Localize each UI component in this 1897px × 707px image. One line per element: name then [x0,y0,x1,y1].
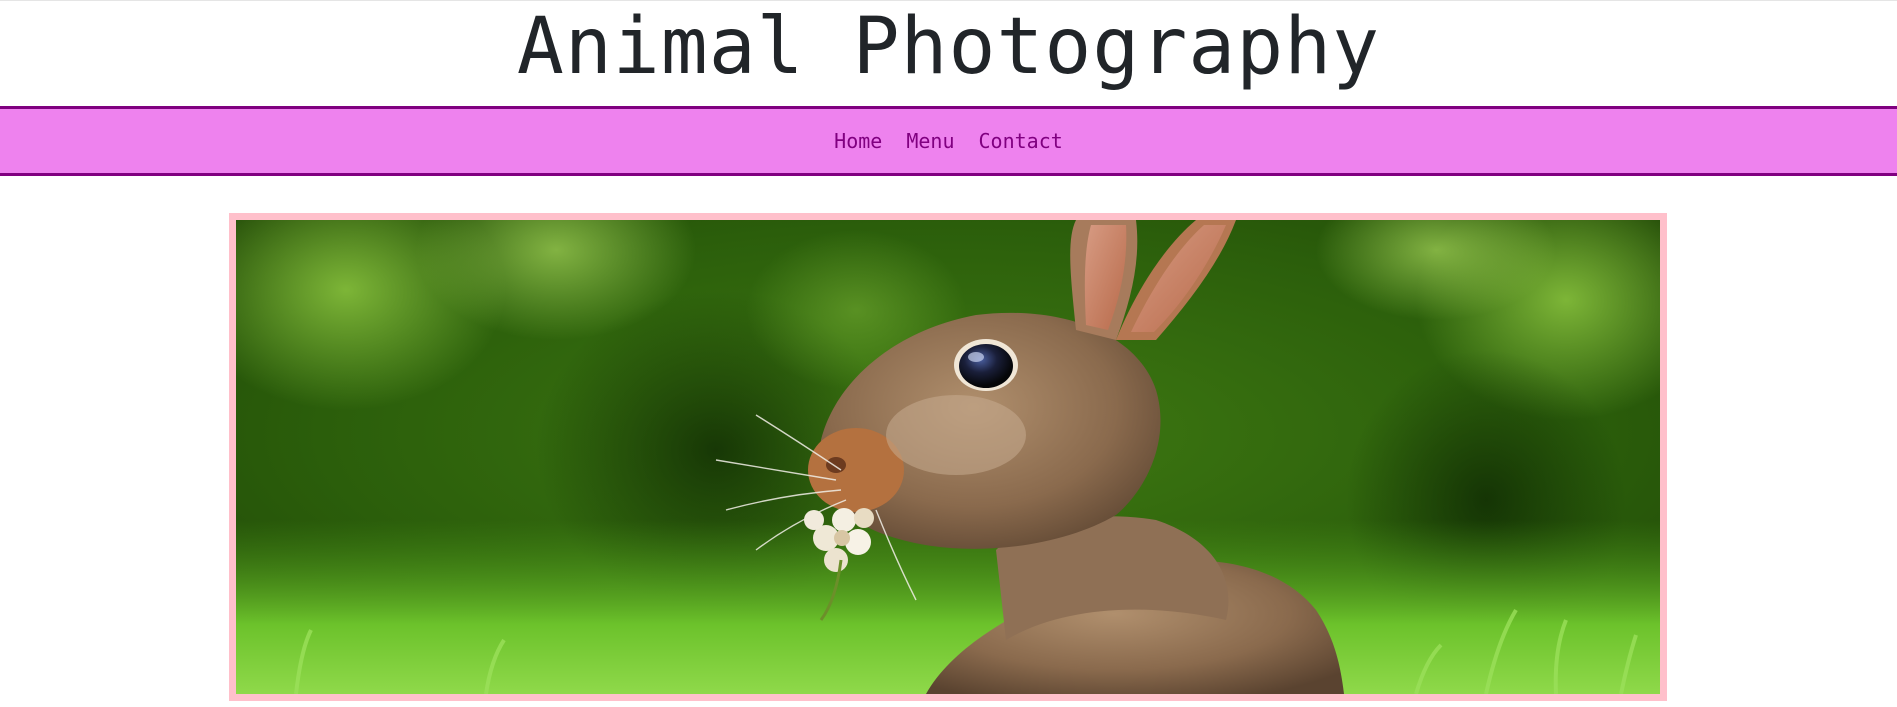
nav-link-menu[interactable]: Menu [906,129,954,153]
nav-link-home[interactable]: Home [834,129,882,153]
main-navbar: Home Menu Contact [0,106,1897,176]
site-title: Animal Photography [516,2,1381,92]
hero-image-frame [229,213,1667,701]
hero-rabbit-image [236,220,1660,694]
nav-link-contact[interactable]: Contact [979,129,1063,153]
